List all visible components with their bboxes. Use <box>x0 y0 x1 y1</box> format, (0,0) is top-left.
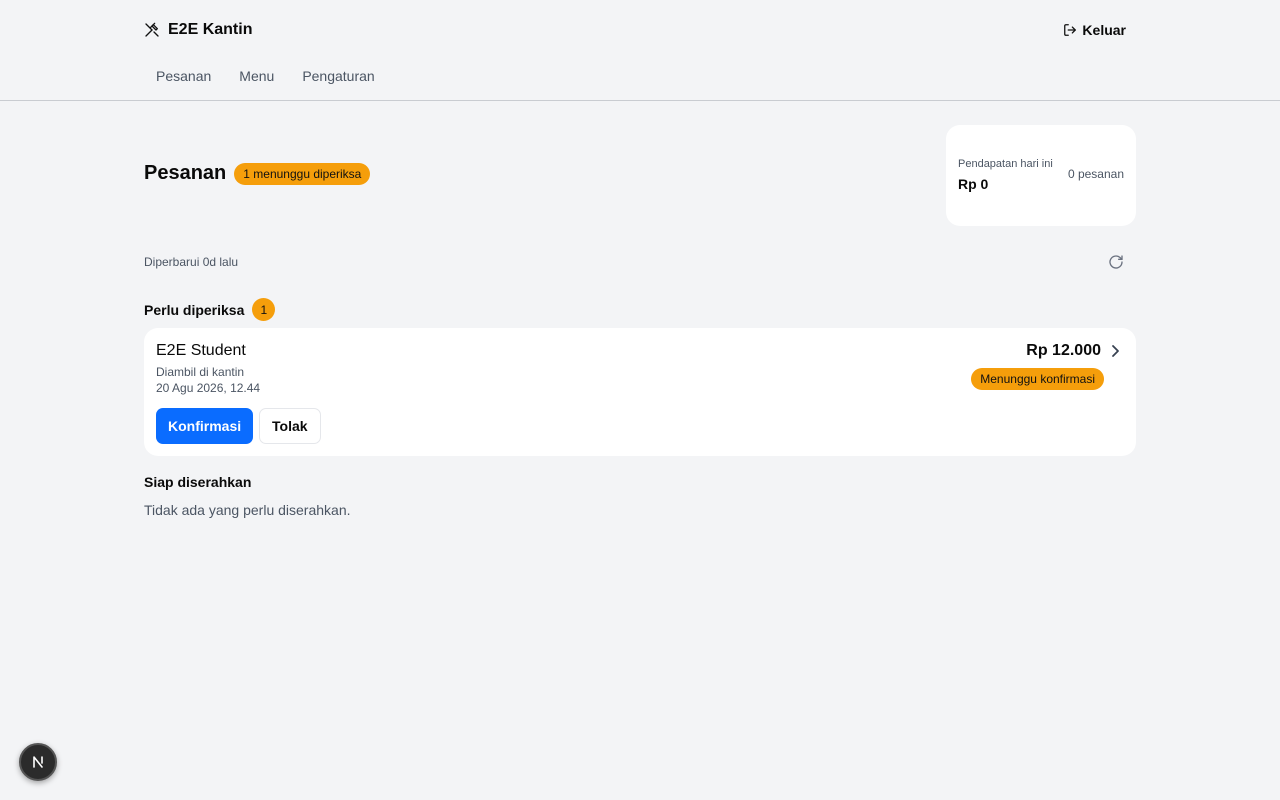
chevron-right-icon[interactable] <box>1110 344 1120 358</box>
app-header: E2E Kantin Keluar Pesanan Menu Pengatura… <box>0 0 1280 101</box>
confirm-button[interactable]: Konfirmasi <box>156 408 254 444</box>
log-out-icon <box>1064 24 1077 36</box>
order-price: Rp 12.000 <box>1026 342 1101 359</box>
updated-text: Diperbarui 0d lalu <box>144 255 239 269</box>
order-pickup: Diambil di kantin <box>156 365 245 379</box>
nav-item-pengaturan[interactable]: Pengaturan <box>290 64 386 88</box>
order-status-badge: Menunggu konfirmasi <box>971 368 1104 390</box>
orders-count: 0 pesanan <box>1067 167 1124 181</box>
pending-badge: 1 menunggu diperiksa <box>234 162 371 185</box>
logout-button[interactable]: Keluar <box>1063 20 1126 40</box>
reject-button[interactable]: Tolak <box>259 408 321 444</box>
nextjs-n-icon <box>33 756 43 768</box>
review-section-header: Perlu diperiksa 1 <box>144 298 276 321</box>
brand[interactable]: E2E Kantin <box>144 19 252 41</box>
brand-title: E2E Kantin <box>168 21 253 38</box>
review-section-title: Perlu diperiksa <box>144 301 245 318</box>
main-nav: Pesanan Menu Pengaturan <box>144 64 387 88</box>
page-heading: Pesanan 1 menunggu diperiksa <box>144 162 371 185</box>
logout-label: Keluar <box>1082 22 1126 38</box>
order-card[interactable]: E2E Student Diambil di kantin 20 Agu 202… <box>144 328 1136 456</box>
ready-empty-text: Tidak ada yang perlu diserahkan. <box>144 502 351 518</box>
ready-section-title: Siap diserahkan <box>144 474 252 490</box>
order-time: 20 Agu 2026, 12.44 <box>156 381 261 395</box>
revenue-value: Rp 0 <box>958 176 989 192</box>
utensils-crossed-icon <box>145 22 159 37</box>
revenue-card: Pendapatan hari ini Rp 0 0 pesanan <box>946 125 1136 226</box>
nav-item-pesanan[interactable]: Pesanan <box>144 64 223 88</box>
review-count-badge: 1 <box>252 298 276 321</box>
page-title: Pesanan <box>144 162 227 184</box>
dev-tools-badge[interactable] <box>19 743 57 781</box>
order-customer: E2E Student <box>156 342 246 359</box>
refresh-icon[interactable] <box>1108 254 1124 270</box>
nav-item-menu[interactable]: Menu <box>227 64 286 88</box>
revenue-label: Pendapatan hari ini <box>958 158 1053 170</box>
